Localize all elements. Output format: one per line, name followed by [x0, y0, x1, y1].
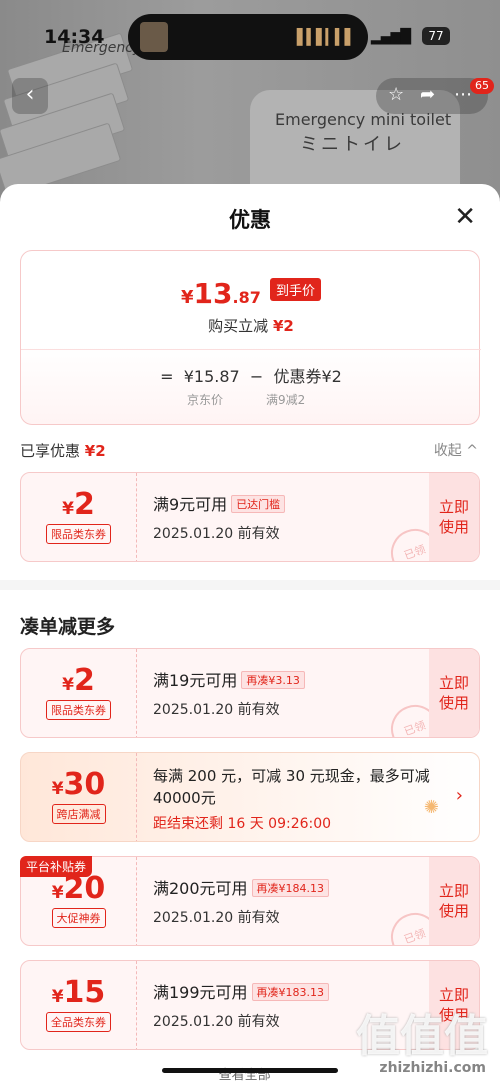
coupon-type-tag: 跨店满减 [51, 804, 106, 824]
message-badge: 65 [470, 78, 494, 94]
status-time: 14:34 [44, 26, 105, 48]
final-price-tag: 到手价 [269, 278, 321, 301]
coupon-condition: 满19元可用 [153, 671, 238, 690]
promo-description: 每满 200 元，可减 30 元现金，最多可减40000元 [153, 767, 430, 807]
coupon-type-tag: 限品类东券 [46, 700, 111, 720]
coupon-expiry: 2025.01.20 前有效 [153, 1014, 280, 1030]
live-activity-avatar [140, 22, 168, 52]
final-price: ¥13.87 到手价 [21, 277, 481, 310]
battery-icon: 77 [422, 27, 450, 45]
audio-wave-icon: ▌▍▌▎▍▌ [296, 28, 356, 46]
coupon-status-pill: 已达门槛 [231, 495, 286, 513]
promo-countdown: 距结束还剩 16 天 09:26:00 [153, 816, 332, 832]
base-price-label: 京东价 [187, 393, 224, 407]
coupon-expiry: 2025.01.20 前有效 [153, 702, 280, 718]
coupon-gap-pill: 再凑¥183.13 [251, 983, 330, 1001]
coupon-condition: 满9元可用 [153, 495, 228, 514]
section-divider [0, 580, 500, 590]
coupon-gap-pill: 再凑¥3.13 [241, 671, 305, 689]
watermark-url: zhizhizhi.com [379, 1060, 486, 1076]
price-summary-card: ¥13.87 到手价 购买立减 ¥2 = ¥15.87 − 优惠券¥2 京东价 … [20, 250, 481, 425]
coupon-amount: ¥15 [51, 975, 106, 1010]
signal-icon: ▂▄▆█ [370, 29, 411, 45]
instant-reduce: 购买立减 ¥2 [208, 317, 294, 335]
more-discounts-title: 凑单减更多 [20, 616, 116, 638]
coupon-type-tag: 全品类东券 [46, 1012, 111, 1032]
dynamic-island: ▌▍▌▎▍▌ [128, 14, 368, 60]
coupon-card-enjoyed: ¥2 限品类东券 满9元可用 已达门槛 2025.01.20 前有效 已领 立即使… [20, 472, 480, 562]
coupon-card: ¥2 限品类东券 满19元可用 再凑¥3.13 2025.01.20 前有效 已领… [20, 648, 480, 738]
coupon-gap-pill: 再凑¥184.13 [251, 879, 330, 897]
sparkle-icon: ✺ [423, 797, 439, 818]
use-now-button[interactable]: 立即 使用 [429, 649, 479, 737]
enjoyed-discount: 已享优惠 ¥2 [20, 442, 106, 460]
product-label-jp: ミニトイレ [300, 134, 405, 155]
coupon-rule-label: 满9减2 [266, 393, 306, 407]
sheet-title: 优惠 [229, 208, 271, 232]
coupon-expiry: 2025.01.20 前有效 [153, 910, 280, 926]
watermark-logo: 值值值 [356, 1011, 488, 1062]
coupon-condition: 满200元可用 [153, 879, 248, 898]
coupon-condition: 满199元可用 [153, 983, 248, 1002]
home-indicator [162, 1068, 338, 1073]
share-icon[interactable]: ➦ [420, 84, 435, 105]
coupon-expiry: 2025.01.20 前有效 [153, 526, 280, 542]
divider [21, 349, 481, 350]
collapse-toggle[interactable]: 收起 ^ [434, 440, 478, 460]
platform-subsidy-tag: 平台补贴券 [20, 856, 93, 877]
star-icon[interactable]: ☆ [388, 84, 404, 105]
back-button[interactable]: ‹ [12, 78, 48, 114]
coupon-type-tag: 大促神券 [51, 908, 106, 928]
close-icon[interactable]: ✕ [454, 202, 476, 232]
coupon-amount: ¥2 [62, 487, 95, 522]
coupon-type-tag: 限品类东券 [46, 524, 111, 544]
coupon-amount: ¥2 [62, 663, 95, 698]
use-now-button[interactable]: 立即 使用 [429, 473, 479, 561]
use-now-button[interactable]: 立即 使用 [429, 857, 479, 945]
chevron-right-icon[interactable]: › [456, 785, 463, 806]
product-packets-image [0, 32, 150, 200]
chevron-left-icon: ‹ [25, 82, 35, 107]
cross-store-promo-card[interactable]: ¥30 跨店满减 每满 200 元，可减 30 元现金，最多可减40000元 距… [20, 752, 480, 842]
discount-sheet: 优惠 ✕ ¥13.87 到手价 购买立减 ¥2 = ¥15.87 − 优惠券¥2… [0, 184, 500, 1083]
coupon-amount: ¥30 [51, 767, 106, 802]
price-formula: = ¥15.87 − 优惠券¥2 [160, 367, 342, 386]
